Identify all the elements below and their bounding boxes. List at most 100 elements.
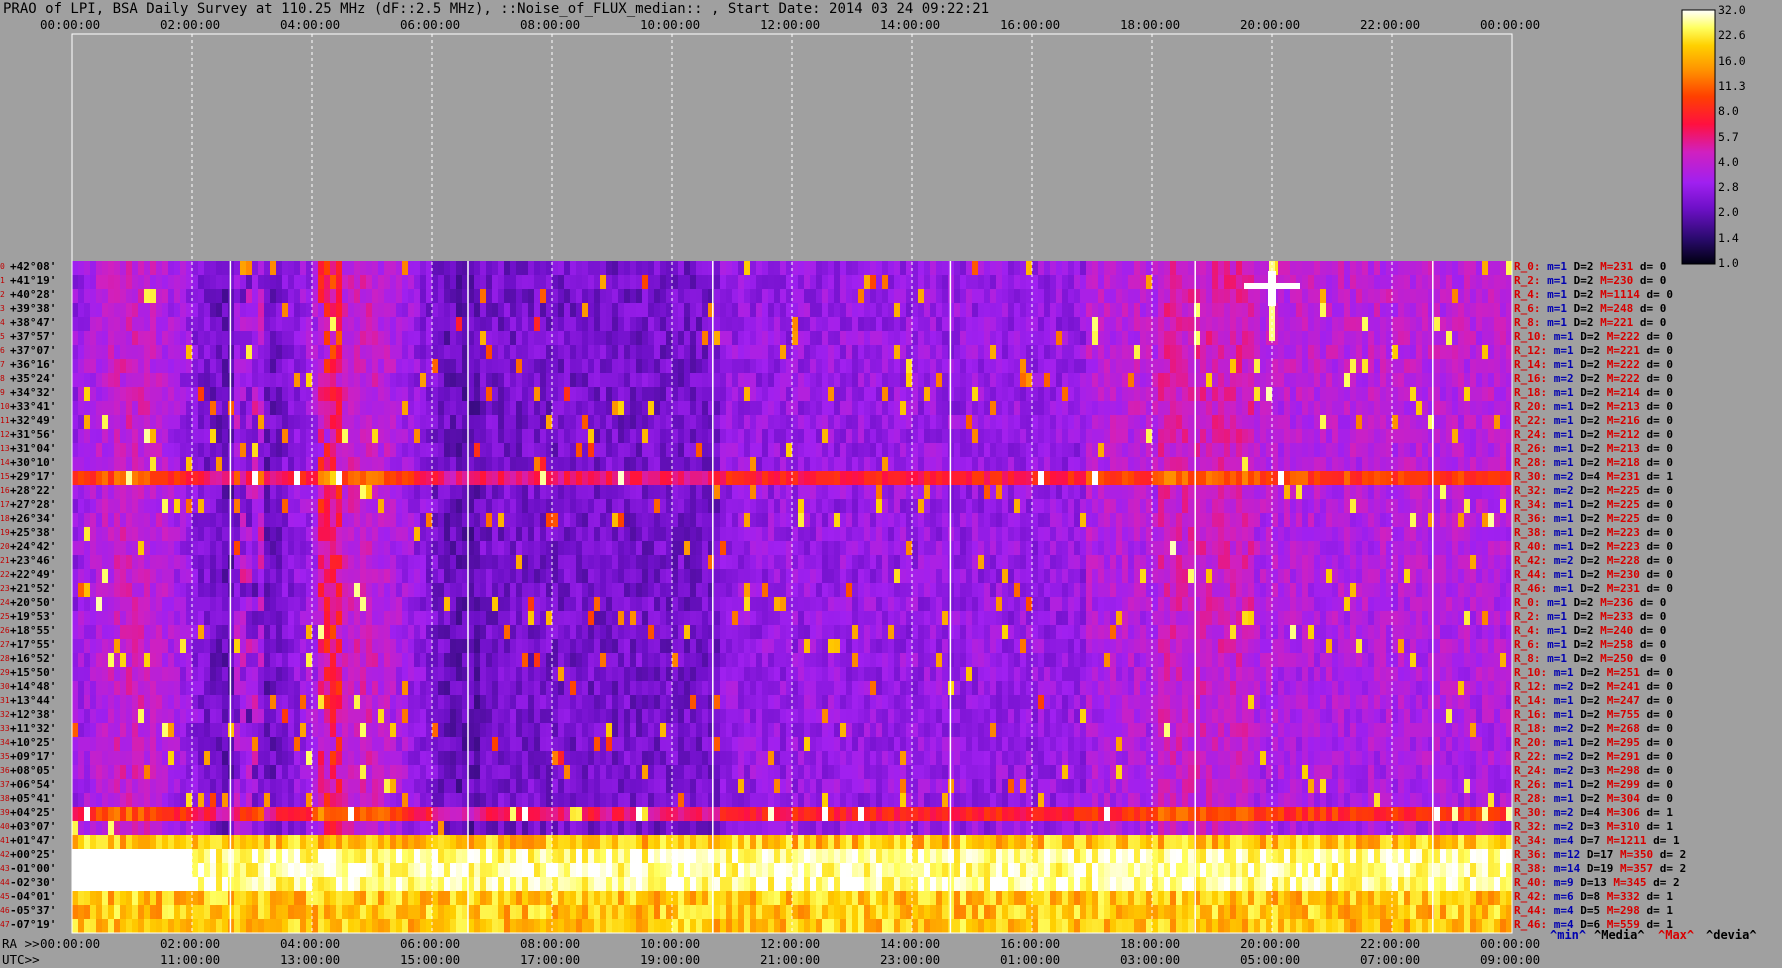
heatmap-cell xyxy=(186,471,193,486)
heatmap-cell xyxy=(1032,317,1039,332)
heatmap-cell xyxy=(792,485,799,500)
heatmap-cell xyxy=(486,275,493,290)
heatmap-cell xyxy=(408,345,415,360)
heatmap-cell xyxy=(1392,359,1399,374)
heatmap-cell xyxy=(1290,443,1297,458)
heatmap-cell xyxy=(156,513,163,528)
heatmap-cell xyxy=(774,359,781,374)
heatmap-cell xyxy=(768,429,775,444)
heatmap-cell xyxy=(798,261,805,276)
heatmap-cell xyxy=(342,429,349,444)
heatmap-cell xyxy=(480,471,487,486)
heatmap-cell xyxy=(1002,513,1009,528)
heatmap-cell xyxy=(516,275,523,290)
heatmap-cell xyxy=(90,345,97,360)
heatmap-cell xyxy=(342,387,349,402)
heatmap-cell xyxy=(1032,471,1039,486)
heatmap-cell xyxy=(210,429,217,444)
heatmap-cell xyxy=(1170,471,1177,486)
heatmap-cell xyxy=(768,331,775,346)
heatmap-cell xyxy=(834,303,841,318)
heatmap-cell xyxy=(666,415,673,430)
heatmap-cell xyxy=(78,331,85,346)
heatmap-cell xyxy=(1134,499,1141,514)
heatmap-cell xyxy=(1236,345,1243,360)
heatmap-cell xyxy=(156,275,163,290)
heatmap-cell xyxy=(120,261,127,276)
heatmap-cell xyxy=(1344,457,1351,472)
heatmap-cell xyxy=(588,261,595,276)
heatmap-cell xyxy=(816,303,823,318)
heatmap-cell xyxy=(1434,331,1441,346)
heatmap-cell xyxy=(840,401,847,416)
heatmap-cell xyxy=(1320,387,1327,402)
heatmap-cell xyxy=(150,261,157,276)
heatmap-cell xyxy=(1062,289,1069,304)
heatmap-cell xyxy=(504,387,511,402)
heatmap-cell xyxy=(1104,289,1111,304)
heatmap-cell xyxy=(1284,289,1291,304)
heatmap-cell xyxy=(1314,359,1321,374)
heatmap-cell xyxy=(1242,443,1249,458)
heatmap-cell xyxy=(204,275,211,290)
heatmap-cell xyxy=(174,401,181,416)
heatmap-cell xyxy=(504,261,511,276)
heatmap-cell xyxy=(1152,499,1159,514)
heatmap-cell xyxy=(558,415,565,430)
heatmap-cell xyxy=(1248,317,1255,332)
heatmap-cell xyxy=(1188,373,1195,388)
heatmap-cell xyxy=(618,457,625,472)
heatmap-cell xyxy=(1116,457,1123,472)
heatmap-cell xyxy=(294,303,301,318)
heatmap-cell xyxy=(930,317,937,332)
heatmap-cell xyxy=(1158,415,1165,430)
heatmap-cell xyxy=(1158,485,1165,500)
heatmap-cell xyxy=(1152,289,1159,304)
heatmap-cell xyxy=(1458,289,1465,304)
heatmap-cell xyxy=(1056,359,1063,374)
heatmap-cell xyxy=(834,275,841,290)
heatmap-cell xyxy=(1062,471,1069,486)
heatmap-cell xyxy=(216,485,223,500)
heatmap-cell xyxy=(702,457,709,472)
heatmap-cell xyxy=(864,415,871,430)
heatmap-cell xyxy=(330,345,337,360)
heatmap-cell xyxy=(492,401,499,416)
heatmap-cell xyxy=(1464,401,1471,416)
heatmap-cell xyxy=(702,471,709,486)
heatmap-cell xyxy=(564,345,571,360)
heatmap-cell xyxy=(258,373,265,388)
heatmap-cell xyxy=(1128,359,1135,374)
heatmap-cell xyxy=(1506,331,1513,346)
heatmap-cell xyxy=(1236,429,1243,444)
heatmap-cell xyxy=(1380,373,1387,388)
heatmap-cell xyxy=(420,373,427,388)
heatmap-cell xyxy=(828,471,835,486)
heatmap-cell xyxy=(450,261,457,276)
heatmap-cell xyxy=(378,275,385,290)
heatmap-cell xyxy=(156,317,163,332)
heatmap-cell xyxy=(180,471,187,486)
heatmap-cell xyxy=(1170,485,1177,500)
heatmap-cell xyxy=(540,485,547,500)
heatmap-cell xyxy=(510,345,517,360)
heatmap-cell xyxy=(282,471,289,486)
heatmap-cell xyxy=(300,345,307,360)
heatmap-cell xyxy=(876,415,883,430)
heatmap-cell xyxy=(570,373,577,388)
heatmap-cell xyxy=(1344,303,1351,318)
heatmap-cell xyxy=(468,359,475,374)
heatmap-cell xyxy=(456,499,463,514)
heatmap-cell xyxy=(1008,317,1015,332)
heatmap-cell xyxy=(768,485,775,500)
heatmap-cell xyxy=(1326,513,1333,528)
heatmap-cell xyxy=(1080,373,1087,388)
heatmap-cell xyxy=(300,387,307,402)
heatmap-cell xyxy=(840,373,847,388)
heatmap-cell xyxy=(1218,457,1225,472)
heatmap-cell xyxy=(456,261,463,276)
heatmap-cell xyxy=(660,275,667,290)
heatmap-cell xyxy=(828,485,835,500)
heatmap-cell xyxy=(1026,345,1033,360)
heatmap-cell xyxy=(180,359,187,374)
